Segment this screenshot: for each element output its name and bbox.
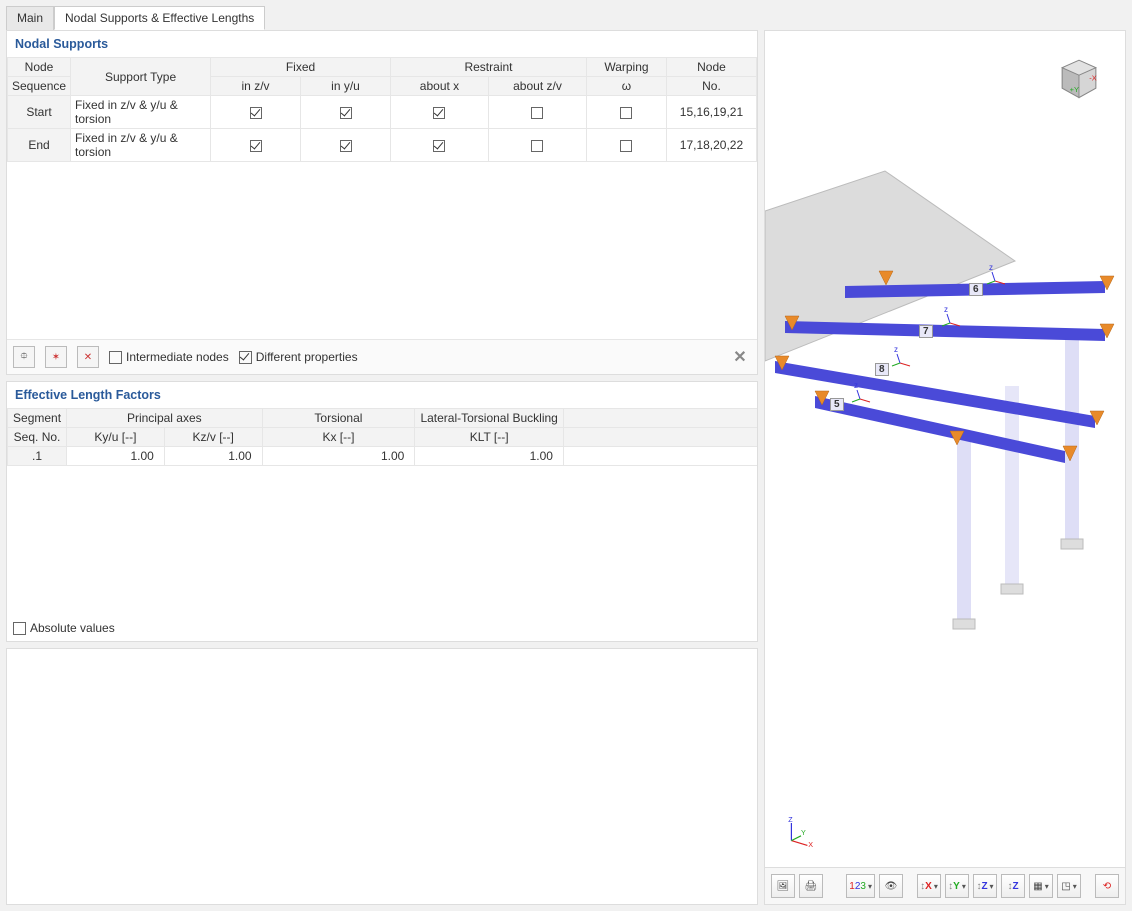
intermediate-nodes-checkbox[interactable]: Intermediate nodes	[109, 350, 229, 364]
col-seg1: Segment	[8, 409, 67, 428]
layers-icon[interactable]: ▦▾	[1029, 874, 1053, 898]
numbering-icon[interactable]: 123▾	[846, 874, 875, 898]
tab-bar: Main Nodal Supports & Effective Lengths	[6, 6, 1126, 30]
col-no: No.	[666, 77, 756, 96]
model-svg: z z z z	[765, 31, 1125, 651]
col-ltb: Lateral-Torsional Buckling	[415, 409, 564, 428]
col-seg2: Seq. No.	[8, 428, 67, 447]
viewport-toolbar: 🖼 🖨 123▾ 👁 ↕X▾ ↕Y▾ ↕Z▾ ↕Z ▦▾ ◳▾ ⟲	[765, 867, 1125, 904]
col-about-zv: about z/v	[488, 77, 586, 96]
col-kyu: Ky/u [--]	[67, 428, 165, 447]
effective-length-factors-panel: Effective Length Factors Segment Princip…	[6, 381, 758, 642]
cell-zv[interactable]	[211, 129, 301, 162]
svg-text:z: z	[894, 345, 898, 354]
col-kzv: Kz/v [--]	[164, 428, 262, 447]
cell-klt[interactable]: 1.00	[415, 447, 564, 466]
col-kx: Kx [--]	[262, 428, 415, 447]
absolute-values-label: Absolute values	[30, 621, 115, 635]
tab-main[interactable]: Main	[6, 6, 54, 30]
cell-yu[interactable]	[301, 96, 391, 129]
cell-seq: .1	[8, 447, 67, 466]
global-axis-icon: X Z Y	[785, 815, 817, 847]
cell-ax[interactable]	[391, 96, 489, 129]
viewport-panel: z z z z 5 6 7 8 -X	[764, 30, 1126, 905]
cell-azv[interactable]	[488, 129, 586, 162]
display-icon[interactable]: ◳▾	[1057, 874, 1081, 898]
col-in-yu: in y/u	[301, 77, 391, 96]
col-in-zv: in z/v	[211, 77, 301, 96]
svg-text:X: X	[808, 840, 813, 847]
visibility-icon[interactable]: 👁	[879, 874, 903, 898]
cell-seq: Start	[8, 96, 71, 129]
nodal-supports-table[interactable]: Node Support Type Fixed Restraint Warpin…	[7, 57, 757, 162]
factors-title: Effective Length Factors	[7, 382, 757, 408]
col-klt: KLT [--]	[415, 428, 564, 447]
col-node-seq2: Sequence	[8, 77, 71, 96]
table-row[interactable]: .11.001.001.001.00	[8, 447, 758, 466]
view-y-button[interactable]: ↕Y▾	[945, 874, 969, 898]
beam-label-6: 6	[969, 283, 983, 296]
cell-kx[interactable]: 1.00	[262, 447, 415, 466]
select-icon[interactable]: ⯐	[13, 346, 35, 368]
col-omega: ω	[586, 77, 666, 96]
svg-text:z: z	[944, 305, 948, 314]
intermediate-nodes-label: Intermediate nodes	[126, 350, 229, 364]
nodal-supports-panel: Nodal Supports Node Support Type Fixed R…	[6, 30, 758, 375]
col-warping: Warping	[586, 58, 666, 77]
cell-nodes: 17,18,20,22	[666, 129, 756, 162]
col-torsional: Torsional	[262, 409, 415, 428]
factors-footer: Absolute values	[7, 615, 757, 641]
render-mode-icon[interactable]: 🖼	[771, 874, 795, 898]
view-z-button[interactable]: ↕Z▾	[973, 874, 997, 898]
delete-support-icon[interactable]: ✕	[77, 346, 99, 368]
cell-azv[interactable]	[488, 96, 586, 129]
svg-text:-X: -X	[1089, 74, 1096, 83]
cell-w[interactable]	[586, 129, 666, 162]
cell-kyu[interactable]: 1.00	[67, 447, 165, 466]
cell-ax[interactable]	[391, 129, 489, 162]
svg-text:+Y: +Y	[1070, 85, 1079, 94]
col-support-type: Support Type	[71, 58, 211, 96]
message-panel	[6, 648, 758, 905]
col-node-no: Node	[666, 58, 756, 77]
beam-label-8: 8	[875, 363, 889, 376]
col-principal: Principal axes	[67, 409, 263, 428]
add-support-icon[interactable]: ✶	[45, 346, 67, 368]
col-about-x: about x	[391, 77, 489, 96]
absolute-values-checkbox[interactable]: Absolute values	[13, 621, 115, 635]
svg-text:Y: Y	[801, 828, 806, 837]
factors-table[interactable]: Segment Principal axes Torsional Lateral…	[7, 408, 757, 466]
tab-nodal-supports[interactable]: Nodal Supports & Effective Lengths	[54, 6, 265, 30]
reset-view-icon[interactable]: ⟲	[1095, 874, 1119, 898]
svg-text:z: z	[989, 263, 993, 272]
beam-label-7: 7	[919, 325, 933, 338]
cell-yu[interactable]	[301, 129, 391, 162]
col-restraint: Restraint	[391, 58, 587, 77]
model-viewport[interactable]: z z z z 5 6 7 8 -X	[765, 31, 1125, 867]
cell-zv[interactable]	[211, 96, 301, 129]
table-row[interactable]: StartFixed in z/v & y/u & torsion 15,16,1…	[8, 96, 757, 129]
nodal-supports-footer: ⯐ ✶ ✕ Intermediate nodes Different prope…	[7, 339, 757, 374]
table-row[interactable]: EndFixed in z/v & y/u & torsion 17,18,20,…	[8, 129, 757, 162]
beam-label-5: 5	[830, 398, 844, 411]
svg-text:z: z	[854, 381, 858, 390]
different-properties-label: Different properties	[256, 350, 358, 364]
close-icon[interactable]: ✕	[729, 346, 751, 368]
view-x-button[interactable]: ↕X▾	[917, 874, 941, 898]
cell-seq: End	[8, 129, 71, 162]
print-icon[interactable]: 🖨	[799, 874, 823, 898]
cell-type[interactable]: Fixed in z/v & y/u & torsion	[71, 129, 211, 162]
view-iso-button[interactable]: ↕Z	[1001, 874, 1025, 898]
cell-w[interactable]	[586, 96, 666, 129]
cell-kzv[interactable]: 1.00	[164, 447, 262, 466]
svg-text:Z: Z	[788, 815, 793, 824]
col-node-seq: Node	[8, 58, 71, 77]
nodal-supports-title: Nodal Supports	[7, 31, 757, 57]
different-properties-checkbox[interactable]: Different properties	[239, 350, 358, 364]
view-cube-icon[interactable]: -X +Y	[1051, 49, 1107, 105]
cell-nodes: 15,16,19,21	[666, 96, 756, 129]
cell-type[interactable]: Fixed in z/v & y/u & torsion	[71, 96, 211, 129]
col-fixed: Fixed	[211, 58, 391, 77]
